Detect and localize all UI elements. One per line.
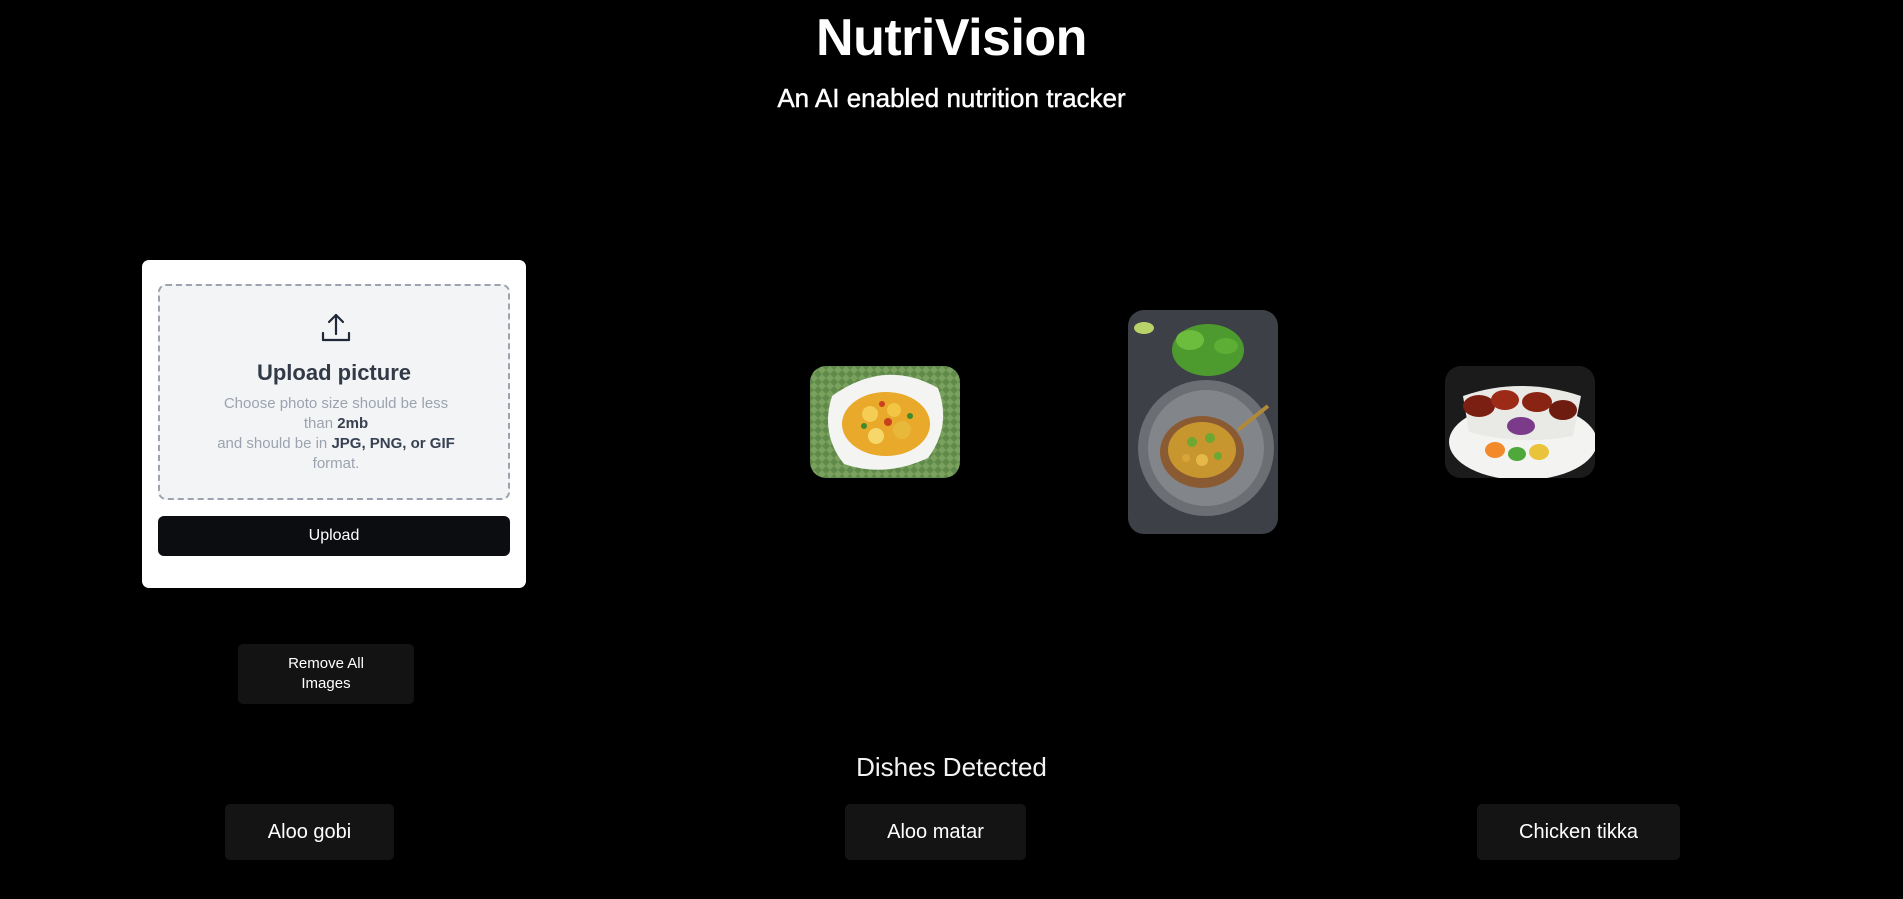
upload-desc-line2: and should be in: [217, 435, 332, 452]
remove-all-images-button[interactable]: Remove All Images: [238, 644, 414, 704]
upload-description: Choose photo size should be less than 2m…: [210, 394, 462, 474]
chicken-tikka-photo[interactable]: [1445, 366, 1595, 478]
aloo-gobi-illustration: [810, 366, 960, 478]
upload-desc-line1: Choose photo size should be less than: [223, 395, 449, 432]
upload-desc-line3: format.: [312, 455, 360, 472]
app-title: NutriVision: [816, 9, 1087, 67]
chicken-tikka-illustration: [1445, 366, 1595, 478]
upload-button[interactable]: Upload: [158, 516, 510, 556]
aloo-matar-photo[interactable]: [1128, 310, 1278, 534]
aloo-matar-illustration: [1128, 310, 1278, 534]
dish-chip-aloo-gobi: Aloo gobi: [225, 804, 394, 860]
upload-title: Upload picture: [256, 360, 411, 385]
upload-size-limit: 2mb: [337, 415, 369, 432]
app-subtitle: An AI enabled nutrition tracker: [777, 83, 1126, 113]
upload-card: Upload picture Choose photo size should …: [142, 260, 526, 588]
aloo-gobi-photo[interactable]: [810, 366, 960, 478]
dish-chip-chicken-tikka: Chicken tikka: [1477, 804, 1680, 860]
upload-icon: [321, 313, 351, 342]
upload-dropzone[interactable]: Upload picture Choose photo size should …: [158, 284, 510, 500]
upload-formats: JPG, PNG, or GIF: [331, 435, 455, 452]
dish-chip-aloo-matar: Aloo matar: [845, 804, 1026, 860]
dishes-detected-title: Dishes Detected: [856, 752, 1047, 782]
